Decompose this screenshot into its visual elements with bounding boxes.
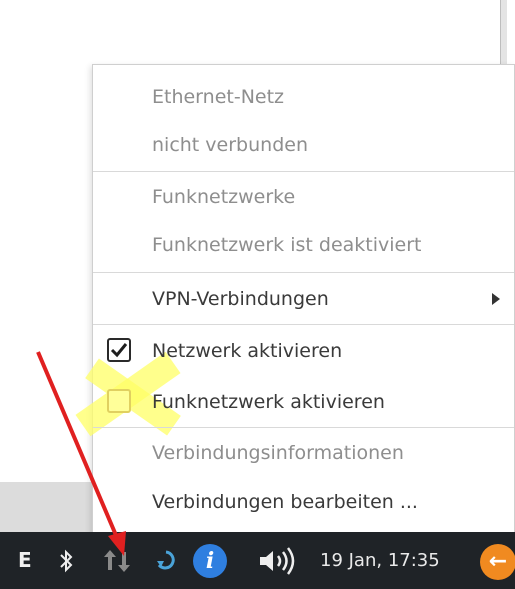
annotation-arrow: [36, 351, 126, 556]
